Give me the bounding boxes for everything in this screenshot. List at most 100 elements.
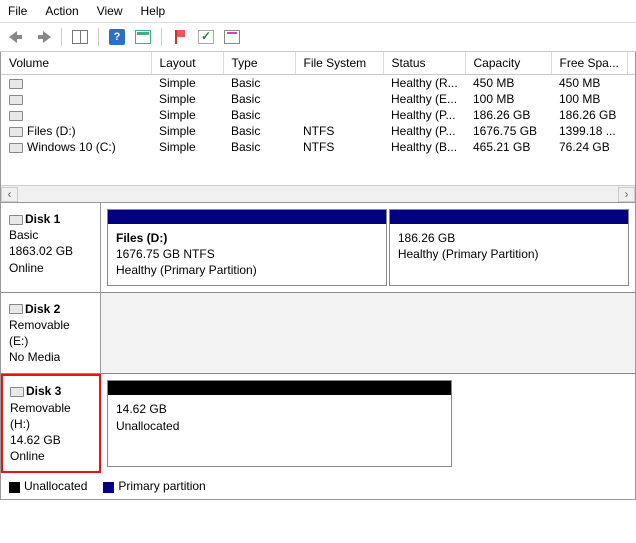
cell-status: Healthy (P... (383, 123, 465, 139)
toolbar-separator (161, 28, 162, 46)
table-row[interactable]: SimpleBasicHealthy (E...100 MB100 MB100 … (1, 91, 636, 107)
cell-layout: Simple (151, 123, 223, 139)
col-volume[interactable]: Volume (1, 52, 151, 75)
menu-help[interactable]: Help (141, 4, 166, 18)
partition-files-d[interactable]: Files (D:) 1676.75 GB NTFS Healthy (Prim… (107, 209, 387, 286)
menu-action[interactable]: Action (45, 4, 78, 18)
disk-icon (10, 387, 24, 397)
menu-view[interactable]: View (97, 4, 123, 18)
scroll-right-button[interactable]: › (618, 187, 635, 202)
cell-capacity: 1676.75 GB (465, 123, 551, 139)
drive-icon (9, 95, 23, 105)
col-status[interactable]: Status (383, 52, 465, 75)
cell-pct: 100 % (627, 107, 636, 123)
drive-icon (9, 79, 23, 89)
drive-icon (9, 143, 23, 153)
drive-icon (9, 127, 23, 137)
list-button[interactable] (132, 26, 154, 48)
cell-volume (1, 91, 151, 107)
disk-2-label[interactable]: Disk 2 Removable (E:) No Media (1, 293, 101, 374)
cell-status: Healthy (R... (383, 75, 465, 92)
cell-pct: 83 % (627, 123, 636, 139)
cell-status: Healthy (E... (383, 91, 465, 107)
table-row[interactable]: SimpleBasicHealthy (R...450 MB450 MB100 … (1, 75, 636, 92)
disk-row: Disk 3 Removable (H:) 14.62 GB Online 14… (1, 374, 635, 473)
table-row[interactable]: SimpleBasicHealthy (P...186.26 GB186.26 … (1, 107, 636, 123)
cell-type: Basic (223, 75, 295, 92)
cell-type: Basic (223, 107, 295, 123)
cell-capacity: 186.26 GB (465, 107, 551, 123)
forward-button[interactable] (32, 26, 54, 48)
legend-primary: Primary partition (103, 479, 205, 493)
partition-unallocated[interactable]: 14.62 GB Unallocated (107, 380, 452, 467)
action-button[interactable] (169, 26, 191, 48)
cell-free: 1399.18 ... (551, 123, 627, 139)
col-capacity[interactable]: Capacity (465, 52, 551, 75)
cell-fs (295, 91, 383, 107)
show-hide-button[interactable] (69, 26, 91, 48)
cell-free: 450 MB (551, 75, 627, 92)
cell-fs (295, 107, 383, 123)
back-button[interactable] (6, 26, 28, 48)
cell-volume: Files (D:) (1, 123, 151, 139)
cell-capacity: 465.21 GB (465, 139, 551, 155)
cell-capacity: 450 MB (465, 75, 551, 92)
toolbar-separator (61, 28, 62, 46)
swatch-black (9, 482, 20, 493)
list-icon (135, 30, 151, 44)
cell-type: Basic (223, 91, 295, 107)
toolbar-separator (98, 28, 99, 46)
cell-status: Healthy (P... (383, 107, 465, 123)
col-type[interactable]: Type (223, 52, 295, 75)
properties-button[interactable] (221, 26, 243, 48)
cell-status: Healthy (B... (383, 139, 465, 155)
flag-icon (173, 30, 187, 44)
disk-graphical-view: Disk 1 Basic 1863.02 GB Online Files (D:… (0, 203, 636, 500)
disk-row: Disk 1 Basic 1863.02 GB Online Files (D:… (1, 203, 635, 293)
drive-icon (9, 111, 23, 121)
column-headers[interactable]: Volume Layout Type File System Status Ca… (1, 52, 636, 75)
cell-type: Basic (223, 139, 295, 155)
cell-layout: Simple (151, 107, 223, 123)
cell-layout: Simple (151, 139, 223, 155)
cell-free: 100 MB (551, 91, 627, 107)
cell-volume (1, 107, 151, 123)
menu-bar: File Action View Help (0, 0, 636, 23)
cell-free: 76.24 GB (551, 139, 627, 155)
arrow-left-icon (9, 30, 25, 44)
arrow-right-icon (35, 30, 51, 44)
cell-fs: NTFS (295, 123, 383, 139)
disk-icon (9, 215, 23, 225)
disk-row: Disk 2 Removable (E:) No Media (1, 293, 635, 375)
disk-3-label[interactable]: Disk 3 Removable (H:) 14.62 GB Online (1, 374, 101, 473)
col-free[interactable]: Free Spa... (551, 52, 627, 75)
cell-type: Basic (223, 123, 295, 139)
table-row[interactable]: Files (D:)SimpleBasicNTFSHealthy (P...16… (1, 123, 636, 139)
cell-fs (295, 75, 383, 92)
check-button[interactable]: ✓ (195, 26, 217, 48)
menu-file[interactable]: File (8, 4, 27, 18)
partition-unnamed[interactable]: 186.26 GB Healthy (Primary Partition) (389, 209, 629, 286)
table-row[interactable]: Windows 10 (C:)SimpleBasicNTFSHealthy (B… (1, 139, 636, 155)
col-fs[interactable]: File System (295, 52, 383, 75)
toolbar: ? ✓ (0, 23, 636, 52)
cell-capacity: 100 MB (465, 91, 551, 107)
col-layout[interactable]: Layout (151, 52, 223, 75)
disk-icon (9, 304, 23, 314)
cell-layout: Simple (151, 75, 223, 92)
scroll-left-button[interactable]: ‹ (1, 187, 18, 202)
swatch-navy (103, 482, 114, 493)
cell-fs: NTFS (295, 139, 383, 155)
disk-3-partitions: 14.62 GB Unallocated (101, 374, 635, 473)
disk-1-partitions: Files (D:) 1676.75 GB NTFS Healthy (Prim… (101, 203, 635, 292)
panel-icon (72, 30, 88, 44)
partition-header (108, 210, 386, 224)
legend: Unallocated Primary partition (1, 473, 635, 499)
col-pct[interactable]: % Fre (627, 52, 636, 75)
horizontal-scrollbar[interactable]: ‹ › (1, 185, 635, 202)
help-button[interactable]: ? (106, 26, 128, 48)
partition-header (390, 210, 628, 224)
cell-volume (1, 75, 151, 92)
help-icon: ? (109, 29, 125, 45)
disk-1-label[interactable]: Disk 1 Basic 1863.02 GB Online (1, 203, 101, 292)
